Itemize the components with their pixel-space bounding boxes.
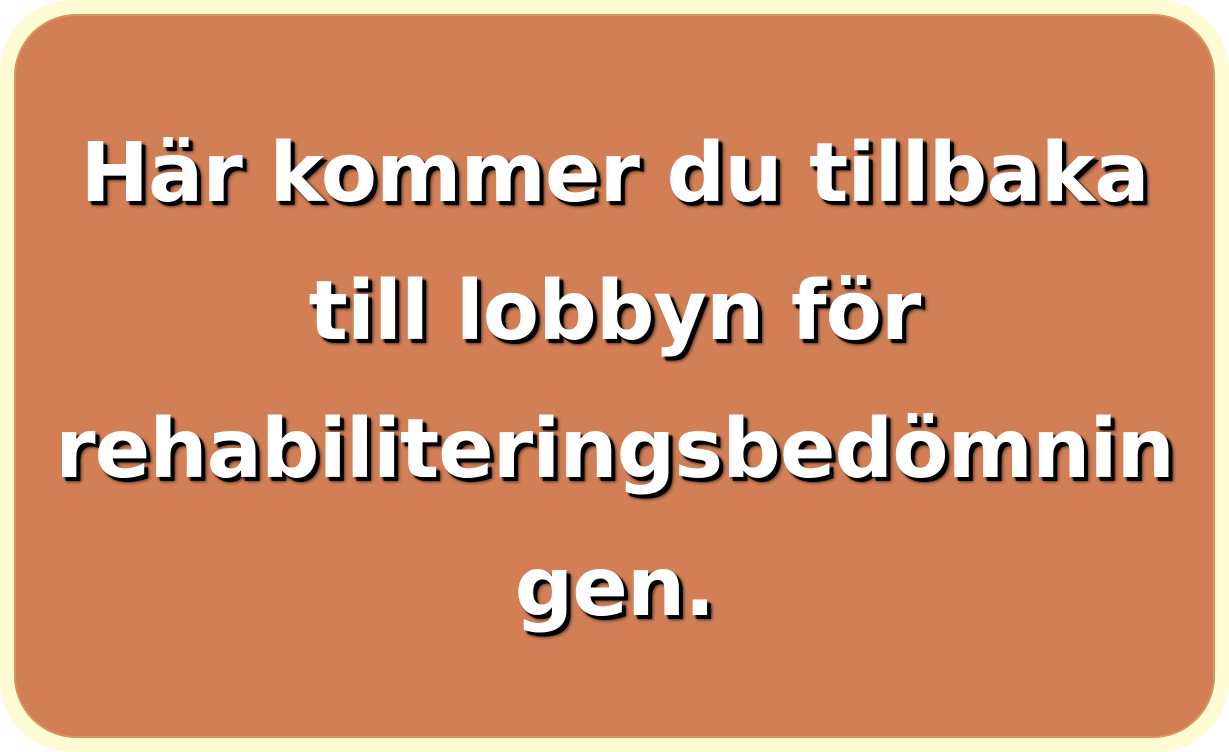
button-label-line-3: rehabiliteringsbedömnin xyxy=(55,402,1175,497)
button-label: Här kommer du tillbaka till lobbyn för r… xyxy=(25,95,1205,657)
back-to-lobby-button[interactable]: Här kommer du tillbaka till lobbyn för r… xyxy=(14,14,1215,738)
button-label-line-4: gen. xyxy=(514,540,716,635)
button-label-line-1: Här kommer du tillbaka xyxy=(80,126,1149,221)
button-label-line-2: till lobbyn för xyxy=(308,264,922,359)
back-to-lobby-button-frame: Här kommer du tillbaka till lobbyn för r… xyxy=(0,0,1229,752)
